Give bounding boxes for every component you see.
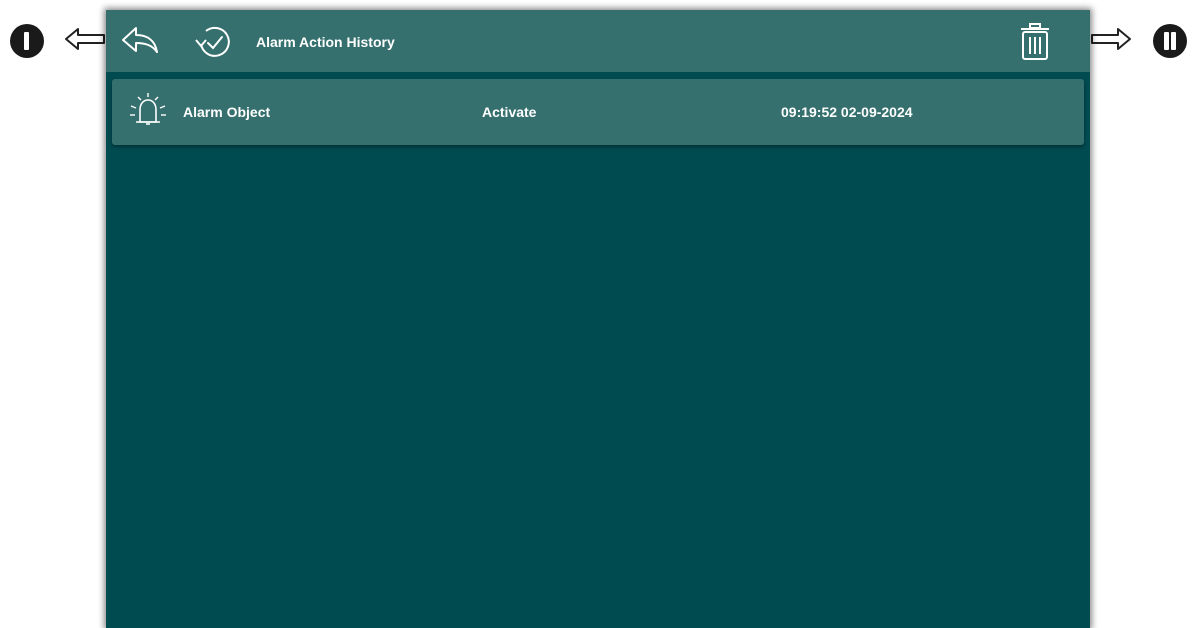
right-arrow-icon: [1091, 28, 1131, 50]
device-screen: Alarm Action History Alarm Object Activa…: [106, 10, 1090, 628]
callout-marker-left: [10, 24, 44, 58]
page-title: Alarm Action History: [256, 34, 395, 50]
timestamp-label: 09:19:52 02-09-2024: [781, 104, 913, 120]
bell-icon: [130, 93, 166, 125]
history-row[interactable]: Alarm Object Activate 09:19:52 02-09-202…: [112, 79, 1084, 145]
back-icon[interactable]: [120, 24, 160, 58]
trash-icon[interactable]: [1017, 22, 1053, 62]
alarm-object-label: Alarm Object: [183, 104, 271, 120]
callout-marker-right: [1153, 24, 1187, 58]
action-label: Activate: [482, 104, 537, 120]
left-arrow-icon: [65, 28, 105, 50]
top-bar: Alarm Action History: [106, 10, 1090, 72]
history-icon: [195, 26, 230, 57]
